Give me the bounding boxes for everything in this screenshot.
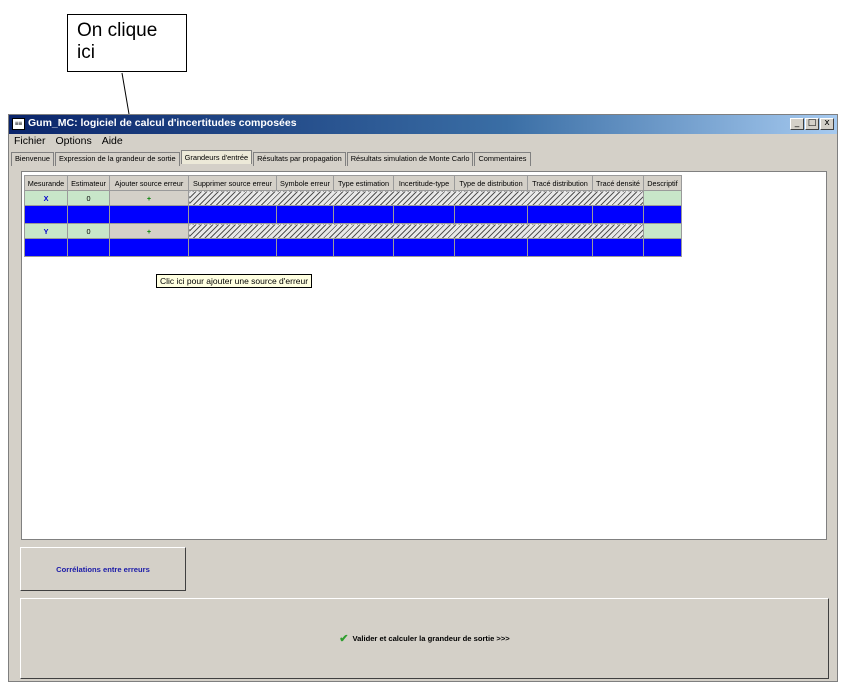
header-trace-distribution: Tracé distribution: [527, 175, 593, 191]
maximize-icon[interactable]: □: [805, 118, 819, 130]
header-ajouter-source: Ajouter source erreur: [109, 175, 189, 191]
separator-row: [24, 205, 682, 224]
close-icon[interactable]: x: [820, 118, 834, 130]
header-trace-densite: Tracé densité: [592, 175, 644, 191]
header-type-estimation: Type estimation: [333, 175, 394, 191]
menu-fichier[interactable]: Fichier: [14, 135, 46, 149]
window-controls: _ □ x: [789, 118, 834, 130]
table-header-row: Mesurande Estimateur Ajouter source erre…: [24, 175, 682, 191]
table-row-x: X 0 +: [24, 190, 682, 206]
add-source-tooltip: Clic ici pour ajouter une source d'erreu…: [156, 274, 313, 288]
table-row-y: Y 0 +: [24, 223, 682, 239]
tab-bar: Bienvenue Expression de la grandeur de s…: [11, 150, 532, 166]
header-descriptif: Descriptif: [643, 175, 682, 191]
menu-bar: Fichier Options Aide: [9, 135, 123, 149]
app-icon: ≡≡: [12, 118, 25, 130]
validate-button[interactable]: ✔ Valider et calculer la grandeur de sor…: [20, 598, 829, 679]
mesurande-cell[interactable]: Y: [24, 223, 68, 239]
header-estimateur: Estimateur: [67, 175, 110, 191]
disabled-cells: [188, 190, 644, 206]
tab-grandeurs-entree[interactable]: Grandeurs d'entrée: [180, 150, 253, 164]
tab-resultats-propagation[interactable]: Résultats par propagation: [253, 152, 346, 166]
callout-annotation: On clique ici: [67, 14, 187, 72]
estimateur-cell[interactable]: 0: [67, 190, 110, 206]
app-window: ≡≡ Gum_MC: logiciel de calcul d'incertit…: [8, 114, 838, 682]
input-quantities-table: Mesurande Estimateur Ajouter source erre…: [24, 175, 682, 257]
check-icon: ✔: [339, 633, 349, 645]
minimize-icon[interactable]: _: [790, 118, 804, 130]
correlations-button[interactable]: Corrélations entre erreurs: [20, 547, 186, 591]
descriptif-cell[interactable]: [643, 223, 682, 239]
tab-expression-sortie[interactable]: Expression de la grandeur de sortie: [54, 152, 180, 166]
tab-commentaires[interactable]: Commentaires: [474, 152, 531, 166]
tab-resultats-monte-carlo[interactable]: Résultats simulation de Monte Carlo: [346, 152, 474, 166]
menu-aide[interactable]: Aide: [102, 135, 123, 149]
validate-label: Valider et calculer la grandeur de sorti…: [352, 634, 510, 643]
add-error-source-button[interactable]: +: [109, 223, 189, 239]
add-error-source-button[interactable]: +: [109, 190, 189, 206]
separator-row: [24, 238, 682, 257]
input-quantities-panel: Mesurande Estimateur Ajouter source erre…: [21, 171, 827, 540]
header-mesurande: Mesurande: [24, 175, 68, 191]
mesurande-cell[interactable]: X: [24, 190, 68, 206]
descriptif-cell[interactable]: [643, 190, 682, 206]
correlations-label: Corrélations entre erreurs: [56, 564, 150, 574]
estimateur-cell[interactable]: 0: [67, 223, 110, 239]
header-type-distribution: Type de distribution: [454, 175, 528, 191]
menu-options[interactable]: Options: [56, 135, 92, 149]
title-bar[interactable]: ≡≡ Gum_MC: logiciel de calcul d'incertit…: [9, 115, 837, 134]
header-incertitude-type: Incertitude-type: [393, 175, 455, 191]
window-title: Gum_MC: logiciel de calcul d'incertitude…: [28, 117, 297, 129]
disabled-cells: [188, 223, 644, 239]
tab-bienvenue[interactable]: Bienvenue: [11, 152, 54, 166]
header-supprimer-source: Supprimer source erreur: [188, 175, 277, 191]
header-symbole-erreur: Symbole erreur: [276, 175, 334, 191]
callout-text: On clique ici: [77, 20, 158, 63]
